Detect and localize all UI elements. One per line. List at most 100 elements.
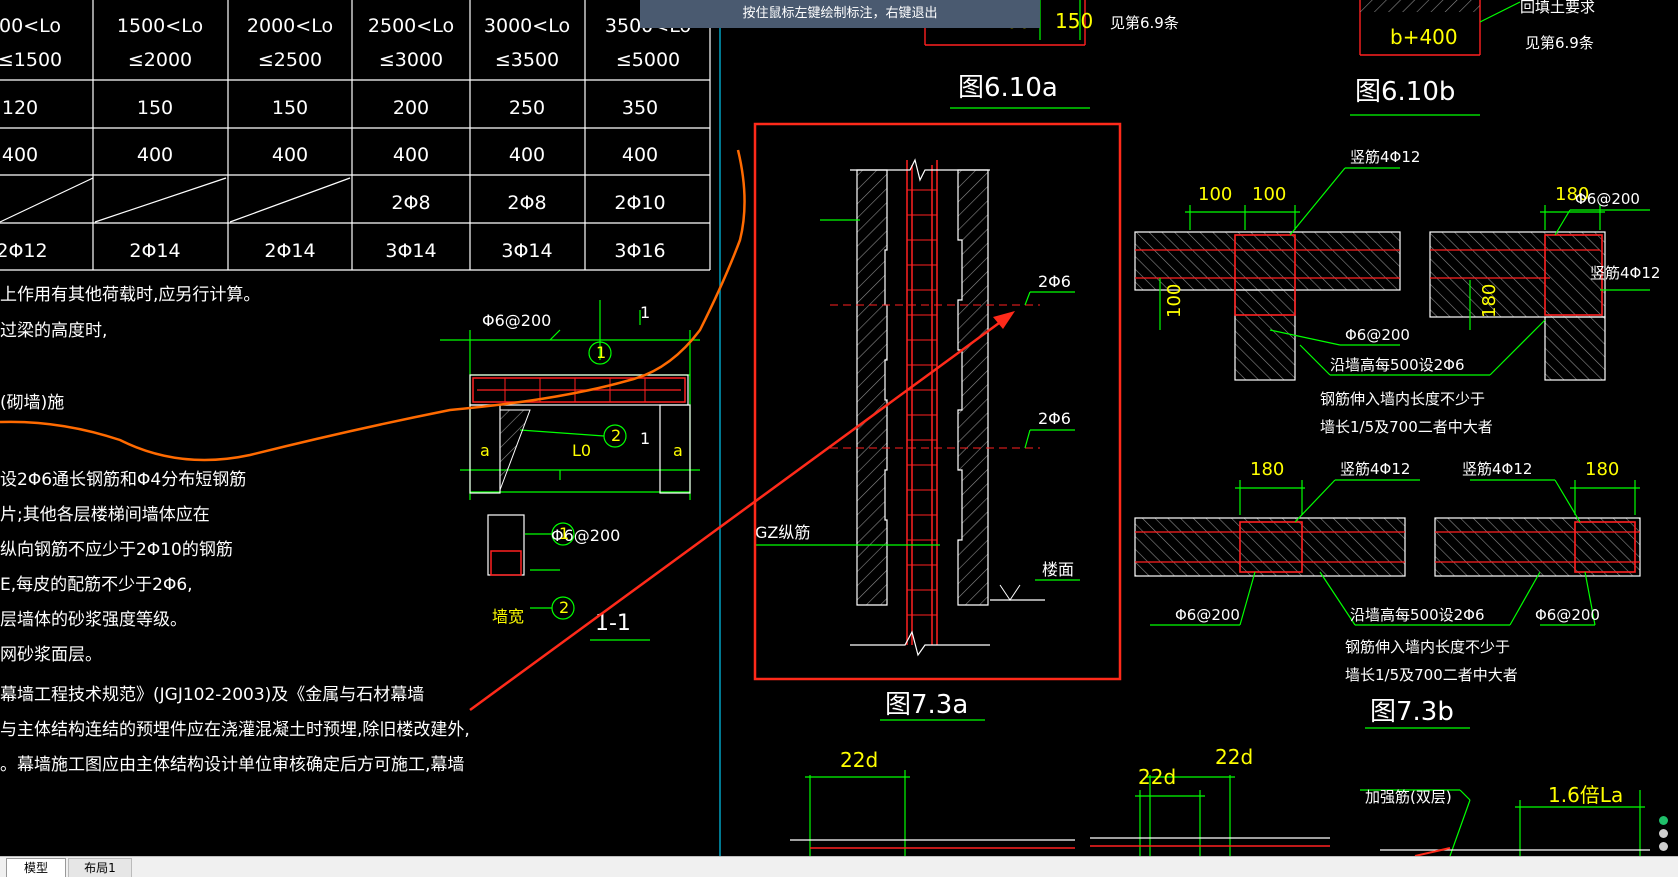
table-cell: 2Φ10 bbox=[614, 192, 665, 214]
floor-label: 楼面 bbox=[1042, 560, 1074, 579]
section-mark: 1 bbox=[640, 429, 650, 448]
table-cell: 2Φ8 bbox=[391, 192, 430, 214]
fig-7-3a: 2Φ6 2Φ6 GZ纵筋 楼面 图7.3a bbox=[755, 158, 1080, 721]
marker-number: 1 bbox=[559, 524, 569, 543]
table-cell: 120 bbox=[2, 97, 38, 119]
figure-title: 图6.10b bbox=[1355, 77, 1455, 107]
stirrup-label: Φ6@200 bbox=[1535, 606, 1600, 624]
note-line: 钢筋伸入墙内长度不少于 bbox=[1320, 390, 1485, 408]
dim-text: 150 bbox=[1055, 9, 1093, 33]
note-line: 加强筋(双层) bbox=[1365, 788, 1452, 806]
span-label: L0 bbox=[572, 441, 591, 460]
dim-text: 1.6倍La bbox=[1548, 783, 1623, 807]
note-line: 网砂浆面层。 bbox=[0, 645, 102, 665]
figure-title: 图7.3a bbox=[885, 690, 968, 720]
table-header-bottom: ≤5000 bbox=[616, 49, 680, 71]
table-cell: 3Φ14 bbox=[385, 240, 436, 262]
stirrup-label: Φ6@200 bbox=[1575, 190, 1640, 208]
dim-text: 100 bbox=[1164, 284, 1185, 318]
table-cell: 400 bbox=[622, 144, 658, 166]
note-line: 过梁的高度时, bbox=[0, 321, 107, 341]
table-header-top: 2500<Lo bbox=[368, 15, 454, 37]
note-line: 设2Φ6通长钢筋和Φ4分布短钢筋 bbox=[0, 470, 246, 490]
note-line: 钢筋伸入墙内长度不少于 bbox=[1345, 638, 1510, 656]
note-line: 上作用有其他荷载时,应另行计算。 bbox=[0, 285, 260, 305]
dim-text: 100 bbox=[1252, 184, 1286, 205]
note-line: 与主体结构连结的预埋件应在浇灌混凝土时预埋,除旧楼改建外, bbox=[0, 720, 470, 740]
note-line: 沿墙高每500设2Φ6 bbox=[1330, 356, 1465, 374]
table-cell: 2Φ8 bbox=[507, 192, 546, 214]
rebar-label: 2Φ6 bbox=[1038, 409, 1071, 428]
marker-number: 2 bbox=[611, 426, 621, 445]
support-label: a bbox=[673, 441, 683, 460]
lintel-beam-detail: Φ6@200 1 1 Φ6@200 1 2 1 2 L0 a a 墙宽 1-1 bbox=[440, 300, 700, 641]
table-header-bottom: ≤2500 bbox=[258, 49, 322, 71]
dim-text: 100 bbox=[1198, 184, 1232, 205]
section-mark: 1 bbox=[640, 303, 650, 322]
note-line: 沿墙高每500设2Φ6 bbox=[1350, 606, 1485, 624]
markup-arrow-line[interactable] bbox=[469, 313, 1011, 712]
table-header-top: 1500<Lo bbox=[117, 15, 203, 37]
tab-layout-1[interactable]: 布局1 bbox=[68, 858, 132, 877]
dim-text: 22d bbox=[1215, 745, 1253, 769]
rebar-label: 竖筋4Φ12 bbox=[1590, 264, 1660, 282]
reference-note: 见第6.9条 bbox=[1525, 34, 1594, 52]
rebar-label: 竖筋4Φ12 bbox=[1462, 460, 1532, 478]
reference-note: 回填土要求 bbox=[1520, 0, 1595, 16]
support-label: a bbox=[480, 441, 490, 460]
table-header-bottom: ≤1500 bbox=[0, 49, 62, 71]
note-line: 墙长1/5及700二者中大者 bbox=[1345, 666, 1518, 684]
table-cell: 400 bbox=[2, 144, 38, 166]
layout-tab-bar: 模型 布局1 bbox=[0, 856, 1678, 877]
table-header-top: 00<Lo bbox=[0, 15, 61, 37]
cad-drawing-canvas[interactable]: 00<Lo 1500<Lo 2000<Lo 2500<Lo 3000<Lo 35… bbox=[0, 0, 1678, 856]
table-cell: 2Φ12 bbox=[0, 240, 48, 262]
dim-text: b+400 bbox=[1390, 25, 1458, 49]
figure-title: 图7.3b bbox=[1370, 697, 1454, 727]
bottom-partial-details: 22d 22d 22d 1.6倍La 加强筋(双层) bbox=[790, 745, 1650, 856]
note-line: 墙长1/5及700二者中大者 bbox=[1320, 418, 1493, 436]
table-header-bottom: ≤3500 bbox=[495, 49, 559, 71]
rebar-label: 竖筋4Φ12 bbox=[1350, 148, 1420, 166]
table-cell: 200 bbox=[393, 97, 429, 119]
note-line: 幕墙工程技术规范》(JGJ102-2003)及《金属与石材幕墙 bbox=[0, 685, 424, 705]
status-hint-text: 按住鼠标左键绘制标注，右键退出 bbox=[742, 6, 938, 21]
table-cell: 3Φ16 bbox=[614, 240, 665, 262]
table-cell: 400 bbox=[509, 144, 545, 166]
stirrup-label: Φ6@200 bbox=[1175, 606, 1240, 624]
nav-dot-icon[interactable] bbox=[1658, 816, 1668, 825]
gz-label: GZ纵筋 bbox=[755, 523, 810, 542]
table-header-top: 3000<Lo bbox=[484, 15, 570, 37]
table-cell: 400 bbox=[137, 144, 173, 166]
table-header-bottom: ≤3000 bbox=[379, 49, 443, 71]
table-cell: 400 bbox=[272, 144, 308, 166]
table-cell: 400 bbox=[393, 144, 429, 166]
table-cell: 150 bbox=[272, 97, 308, 119]
reference-note: 见第6.9条 bbox=[1110, 14, 1179, 32]
dim-text: 180 bbox=[1585, 459, 1619, 480]
wall-width-label: 墙宽 bbox=[492, 607, 524, 626]
fig-7-3b-bottom: 180 180 竖筋4Φ12 竖筋4Φ12 Φ6@200 Φ6@200 沿墙高每… bbox=[1134, 459, 1641, 729]
rebar-label: 2Φ6 bbox=[1038, 272, 1071, 291]
tab-model[interactable]: 模型 bbox=[6, 858, 66, 877]
dim-text: 180 bbox=[1250, 459, 1284, 480]
note-line: 层墙体的砂浆强度等级。 bbox=[0, 610, 187, 630]
note-line: 纵向钢筋不应少于2Φ10的钢筋 bbox=[0, 540, 233, 560]
rebar-label: 竖筋4Φ12 bbox=[1340, 460, 1410, 478]
note-line: E,每皮的配筋不少于2Φ6, bbox=[0, 575, 193, 595]
table-cell: 350 bbox=[622, 97, 658, 119]
marker-number: 1 bbox=[596, 343, 606, 362]
markup-stroke bbox=[1414, 847, 1451, 856]
dim-text: 180 bbox=[1479, 284, 1500, 318]
navigation-dots bbox=[1656, 812, 1670, 855]
figure-title: 图6.10a bbox=[958, 73, 1058, 103]
nav-dot-icon[interactable] bbox=[1658, 829, 1668, 838]
table-cell: 2Φ14 bbox=[264, 240, 315, 262]
beam-rebar-label: Φ6@200 bbox=[482, 311, 551, 330]
stirrup-label: Φ6@200 bbox=[1345, 326, 1410, 344]
nav-dot-icon[interactable] bbox=[1658, 842, 1668, 851]
table-cell: 2Φ14 bbox=[129, 240, 180, 262]
status-hint-bar: 按住鼠标左键绘制标注，右键退出 bbox=[640, 0, 1040, 28]
fig-7-3b-top: 100 100 180 100 180 竖筋4Φ12 Φ6@200 竖筋4Φ12… bbox=[1134, 148, 1660, 436]
dim-text: 22d bbox=[1138, 765, 1176, 789]
